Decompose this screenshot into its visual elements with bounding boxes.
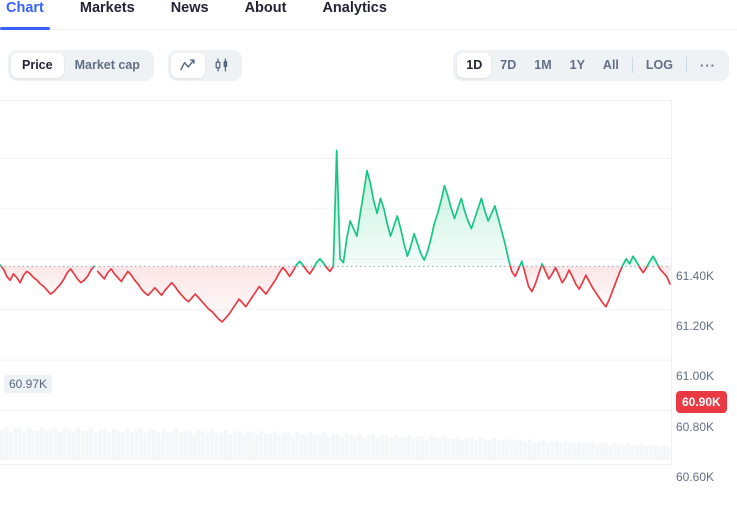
metric-option-price[interactable]: Price bbox=[11, 52, 64, 78]
y-tick-label: 60.60K bbox=[676, 470, 715, 484]
tab-news[interactable]: News bbox=[171, 0, 227, 16]
metric-option-market-cap[interactable]: Market cap bbox=[64, 53, 151, 78]
y-tick-label: 60.80K bbox=[676, 420, 715, 434]
price-chart[interactable]: 60.97K CoinMarketCap 61.40K 61.20K 61.00… bbox=[0, 100, 737, 514]
chart-canvas bbox=[0, 149, 671, 460]
range-all[interactable]: All bbox=[594, 53, 628, 78]
chart-toolbar: Price Market cap 1D 7D 1M 1Y All LOG ··· bbox=[0, 30, 737, 100]
y-tick-label: 61.00K bbox=[676, 369, 715, 383]
y-tick-label: 61.20K bbox=[676, 319, 715, 333]
tab-bar: Chart Markets News About Analytics bbox=[0, 0, 737, 30]
line-chart-icon[interactable] bbox=[170, 52, 205, 78]
plot-area[interactable] bbox=[0, 100, 672, 465]
more-options-button[interactable]: ··· bbox=[691, 53, 725, 78]
reference-price-label: 60.97K bbox=[4, 375, 53, 394]
y-axis: 61.40K 61.20K 61.00K 60.80K 60.60K 60.40… bbox=[676, 100, 737, 514]
range-1m[interactable]: 1M bbox=[525, 53, 560, 78]
time-range-group: 1D 7D 1M 1Y All LOG ··· bbox=[453, 49, 729, 81]
tab-chart[interactable]: Chart bbox=[0, 0, 62, 30]
toolbar-left-group: Price Market cap bbox=[8, 49, 242, 81]
log-scale-button[interactable]: LOG bbox=[637, 53, 682, 78]
current-price-badge: 60.90K bbox=[676, 391, 727, 413]
y-tick-label: 61.40K bbox=[676, 269, 715, 283]
range-7d[interactable]: 7D bbox=[491, 53, 525, 78]
metric-toggle-group: Price Market cap bbox=[8, 49, 154, 81]
divider bbox=[686, 57, 687, 73]
tab-markets[interactable]: Markets bbox=[80, 0, 153, 16]
tab-analytics[interactable]: Analytics bbox=[322, 0, 404, 16]
candlestick-chart-icon[interactable] bbox=[205, 53, 239, 78]
divider bbox=[631, 57, 633, 73]
tab-about[interactable]: About bbox=[245, 0, 305, 16]
range-1y[interactable]: 1Y bbox=[561, 53, 594, 78]
range-1d[interactable]: 1D bbox=[457, 52, 492, 78]
chart-type-group bbox=[167, 49, 242, 81]
